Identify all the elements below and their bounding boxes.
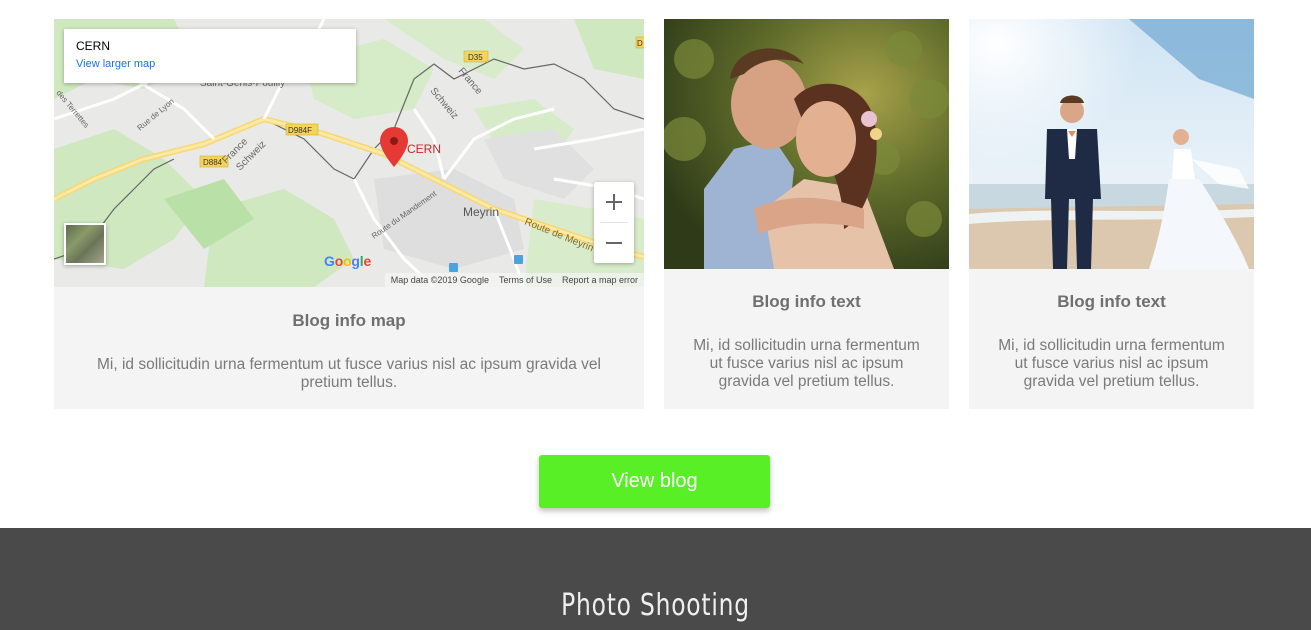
plus-icon: [606, 194, 622, 210]
card-2-text: Mi, id sollicitudin urna fermentum ut fu…: [998, 337, 1225, 390]
map-road-d884: D884: [203, 158, 223, 167]
blog-card-map: CERN Meyrin Route de Meyrin Route du Man…: [54, 19, 644, 409]
view-larger-map-link[interactable]: View larger map: [76, 58, 344, 70]
zoom-out-button[interactable]: [594, 223, 634, 263]
map-card-title: Blog info map: [292, 311, 406, 330]
zoom-in-button[interactable]: [594, 182, 634, 222]
terms-of-use-link[interactable]: Terms of Use: [499, 275, 552, 285]
satellite-toggle[interactable]: [64, 223, 106, 265]
beach-wedding-photo[interactable]: [969, 19, 1254, 269]
map-info-window: CERN View larger map: [64, 29, 356, 83]
map-zoom-control: [594, 182, 634, 263]
section-title: Photo Shooting: [561, 588, 750, 623]
view-blog-button[interactable]: View blog: [539, 455, 770, 508]
map-attribution-bar: Map data ©2019 Google Terms of Use Repor…: [384, 273, 644, 287]
card-2-title: Blog info text: [1057, 292, 1166, 311]
blog-card-1: Blog info text Mi, id sollicitudin urna …: [664, 19, 949, 409]
map-road-d35: D35: [468, 53, 483, 62]
map-label-meyrin: Meyrin: [463, 205, 499, 219]
photo-shooting-section: Photo Shooting: [0, 528, 1311, 630]
card-1-title: Blog info text: [752, 292, 861, 311]
minus-icon: [606, 242, 622, 244]
blog-card-2: Blog info text Mi, id sollicitudin urna …: [969, 19, 1254, 409]
google-logo: Google: [324, 253, 372, 269]
couple-photo[interactable]: [664, 19, 949, 269]
map-pin-label: CERN: [407, 142, 441, 156]
map-road-d: D: [637, 39, 643, 48]
report-map-error-link[interactable]: Report a map error: [562, 275, 638, 285]
page: CERN Meyrin Route de Meyrin Route du Man…: [0, 0, 1311, 630]
card-1-text: Mi, id sollicitudin urna fermentum ut fu…: [693, 337, 920, 390]
embedded-map[interactable]: CERN Meyrin Route de Meyrin Route du Man…: [54, 19, 644, 287]
map-road-d984f: D984F: [288, 126, 312, 135]
map-data-text: Map data ©2019 Google: [390, 275, 489, 285]
map-info-title: CERN: [76, 39, 111, 53]
map-card-text: Mi, id sollicitudin urna fermentum ut fu…: [97, 356, 601, 391]
